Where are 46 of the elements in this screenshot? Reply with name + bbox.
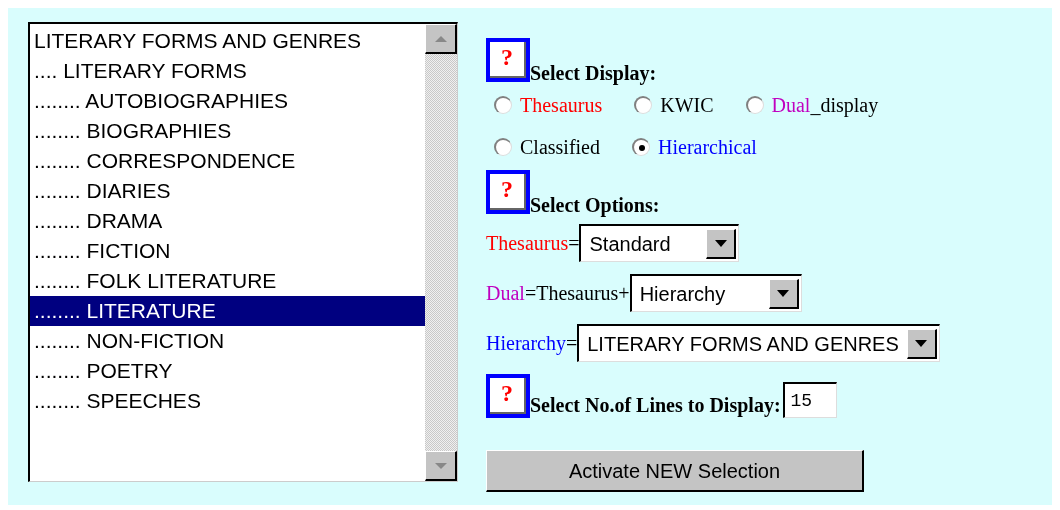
list-item[interactable]: ........ SPEECHES (30, 386, 425, 416)
option-label: Hierarchical (658, 135, 757, 160)
activate-selection-button[interactable]: Activate NEW Selection (486, 450, 864, 492)
scroll-down-icon[interactable] (425, 451, 457, 481)
list-item[interactable]: ........ BIOGRAPHIES (30, 116, 425, 146)
list-item[interactable]: ........ AUTOBIOGRAPHIES (30, 86, 425, 116)
dropdown[interactable]: LITERARY FORMS AND GENRES (577, 324, 940, 362)
help-button[interactable]: ? (486, 170, 530, 214)
scrollbar[interactable] (425, 24, 457, 481)
option-label: KWIC (660, 93, 714, 118)
option-label: Classified (520, 135, 600, 160)
list-item[interactable]: LITERARY FORMS AND GENRES (30, 26, 425, 56)
option-label: Thesaurus (520, 93, 603, 118)
dropdown[interactable]: Hierarchy (629, 274, 802, 312)
list-item[interactable]: ........ DRAMA (30, 206, 425, 236)
section-heading: Select No.of Lines to Display: (530, 393, 781, 419)
section-heading: Select Options: (530, 194, 660, 216)
list-item[interactable]: ........ FOLK LITERATURE (30, 266, 425, 296)
list-item[interactable]: .... LITERARY FORMS (30, 56, 425, 86)
radio-button[interactable] (494, 96, 512, 114)
list-item[interactable]: ........ LITERATURE (30, 296, 425, 326)
list-item[interactable]: ........ FICTION (30, 236, 425, 266)
setting-label: Thesaurus= (486, 231, 580, 256)
radio-button[interactable] (494, 138, 512, 156)
lines-input[interactable]: 15 (782, 382, 837, 418)
radio-option[interactable]: Classified (494, 132, 600, 162)
radio-button[interactable] (745, 96, 764, 114)
radio-option[interactable]: Dual_display (745, 90, 879, 120)
radio-button[interactable] (634, 96, 653, 114)
option-label: Dual_display (771, 93, 879, 119)
setting-label: Hierarchy= (486, 331, 578, 357)
list-item[interactable]: ........ NON-FICTION (30, 326, 425, 356)
radio-option[interactable]: Hierarchical (632, 132, 757, 162)
list-item[interactable]: ........ CORRESPONDENCE (30, 146, 425, 176)
setting-label: Dual=Thesaurus+ (486, 281, 630, 306)
radio-button[interactable] (632, 138, 650, 156)
hierarchy-listbox[interactable] (28, 22, 458, 482)
section-heading: Select Display: (530, 62, 657, 84)
dropdown[interactable]: Standard (579, 224, 740, 262)
radio-option[interactable]: KWIC (634, 90, 714, 120)
scroll-up-icon[interactable] (425, 24, 457, 54)
help-button[interactable]: ? (486, 374, 530, 418)
list-item[interactable]: ........ POETRY (30, 356, 425, 386)
list-item[interactable]: ........ DIARIES (30, 176, 425, 206)
radio-option[interactable]: Thesaurus (494, 90, 603, 120)
help-button[interactable]: ? (486, 38, 530, 82)
